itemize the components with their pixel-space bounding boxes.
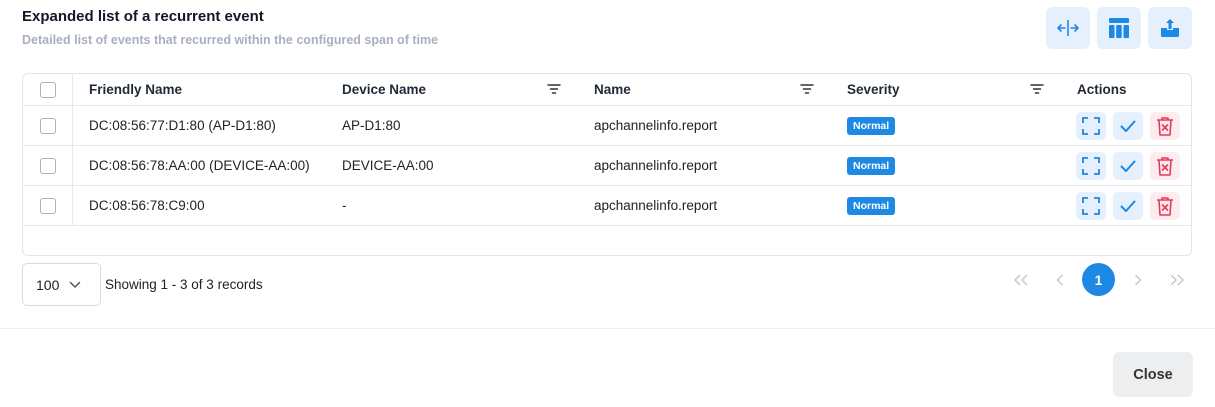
severity-badge: Normal	[847, 116, 896, 135]
delete-button[interactable]	[1150, 151, 1180, 180]
column-width-button[interactable]	[1046, 7, 1090, 49]
row-actions	[1076, 146, 1180, 185]
select-all-checkbox[interactable]	[39, 81, 56, 98]
row-select-cell	[23, 146, 73, 185]
table-row: DC:08:56:78:AA:00 (DEVICE-AA:00) DEVICE-…	[23, 146, 1191, 186]
close-button[interactable]: Close	[1113, 352, 1193, 397]
device-name-cell: -	[342, 198, 347, 213]
row-checkbox[interactable]	[39, 117, 56, 134]
page-size-select[interactable]: 100	[22, 263, 101, 306]
acknowledge-button[interactable]	[1113, 111, 1143, 140]
device-name-cell: AP-D1:80	[342, 118, 401, 133]
page-size-value: 100	[36, 276, 60, 293]
expand-button[interactable]	[1076, 111, 1106, 140]
row-actions	[1076, 106, 1180, 145]
check-icon	[1120, 160, 1136, 172]
records-count: Showing 1 - 3 of 3 records	[105, 277, 263, 292]
filter-icon[interactable]	[800, 83, 814, 95]
column-header-friendly-name[interactable]: Friendly Name	[89, 74, 182, 105]
page-button-current[interactable]: 1	[1082, 263, 1115, 296]
device-name-cell: DEVICE-AA:00	[342, 158, 434, 173]
pagination-info: 100 Showing 1 - 3 of 3 records	[22, 263, 263, 306]
trash-icon	[1157, 116, 1173, 136]
severity-badge: Normal	[847, 156, 896, 175]
row-checkbox[interactable]	[39, 157, 56, 174]
column-header-name[interactable]: Name	[594, 74, 631, 105]
column-header-actions: Actions	[1077, 82, 1127, 97]
expand-button[interactable]	[1076, 151, 1106, 180]
column-width-icon	[1057, 20, 1079, 36]
delete-button[interactable]	[1150, 191, 1180, 220]
table-header-row: Friendly Name Device Name Name Severity …	[23, 74, 1191, 106]
expand-icon	[1082, 156, 1100, 175]
row-actions	[1076, 186, 1180, 225]
acknowledge-button[interactable]	[1113, 151, 1143, 180]
pagination: 1	[1004, 263, 1193, 296]
dialog-title: Expanded list of a recurrent event	[22, 8, 264, 25]
footer-divider	[0, 328, 1215, 329]
events-table: Friendly Name Device Name Name Severity …	[22, 73, 1192, 256]
row-checkbox[interactable]	[39, 197, 56, 214]
chevron-right-icon	[1134, 274, 1141, 285]
double-chevron-right-icon	[1170, 274, 1184, 285]
next-page-button[interactable]	[1121, 263, 1154, 296]
columns-layout-icon	[1109, 18, 1129, 38]
acknowledge-button[interactable]	[1113, 191, 1143, 220]
dialog-subtitle: Detailed list of events that recurred wi…	[22, 33, 439, 47]
severity-cell: Normal	[847, 106, 896, 145]
expand-icon	[1082, 196, 1100, 215]
filter-icon[interactable]	[1030, 83, 1044, 95]
select-all-cell	[23, 74, 73, 105]
previous-page-button[interactable]	[1043, 263, 1076, 296]
dialog-header: Expanded list of a recurrent event Detai…	[22, 8, 438, 47]
expand-button[interactable]	[1076, 191, 1106, 220]
last-page-button[interactable]	[1160, 263, 1193, 296]
table-row: DC:08:56:77:D1:80 (AP-D1:80) AP-D1:80 ap…	[23, 106, 1191, 146]
export-button[interactable]	[1148, 7, 1192, 49]
column-header-severity[interactable]: Severity	[847, 74, 900, 105]
check-icon	[1120, 200, 1136, 212]
first-page-button[interactable]	[1004, 263, 1037, 296]
toolbar	[1046, 7, 1192, 49]
row-select-cell	[23, 106, 73, 145]
double-chevron-left-icon	[1013, 274, 1027, 285]
severity-cell: Normal	[847, 146, 896, 185]
filter-icon[interactable]	[547, 83, 561, 95]
column-header-device-name[interactable]: Device Name	[342, 74, 426, 105]
friendly-name-cell: DC:08:56:78:AA:00 (DEVICE-AA:00)	[89, 158, 310, 173]
row-select-cell	[23, 186, 73, 225]
chevron-down-icon	[70, 281, 81, 288]
check-icon	[1120, 120, 1136, 132]
delete-button[interactable]	[1150, 111, 1180, 140]
severity-badge: Normal	[847, 196, 896, 215]
friendly-name-cell: DC:08:56:78:C9:00	[89, 198, 205, 213]
event-name-cell: apchannelinfo.report	[594, 158, 718, 173]
event-name-cell: apchannelinfo.report	[594, 118, 718, 133]
severity-cell: Normal	[847, 186, 896, 225]
columns-layout-button[interactable]	[1097, 7, 1141, 49]
friendly-name-cell: DC:08:56:77:D1:80 (AP-D1:80)	[89, 118, 276, 133]
event-name-cell: apchannelinfo.report	[594, 198, 718, 213]
table-row: DC:08:56:78:C9:00 - apchannelinfo.report…	[23, 186, 1191, 226]
expand-icon	[1082, 116, 1100, 135]
trash-icon	[1157, 196, 1173, 216]
chevron-left-icon	[1056, 274, 1063, 285]
trash-icon	[1157, 156, 1173, 176]
export-upload-icon	[1161, 19, 1179, 37]
